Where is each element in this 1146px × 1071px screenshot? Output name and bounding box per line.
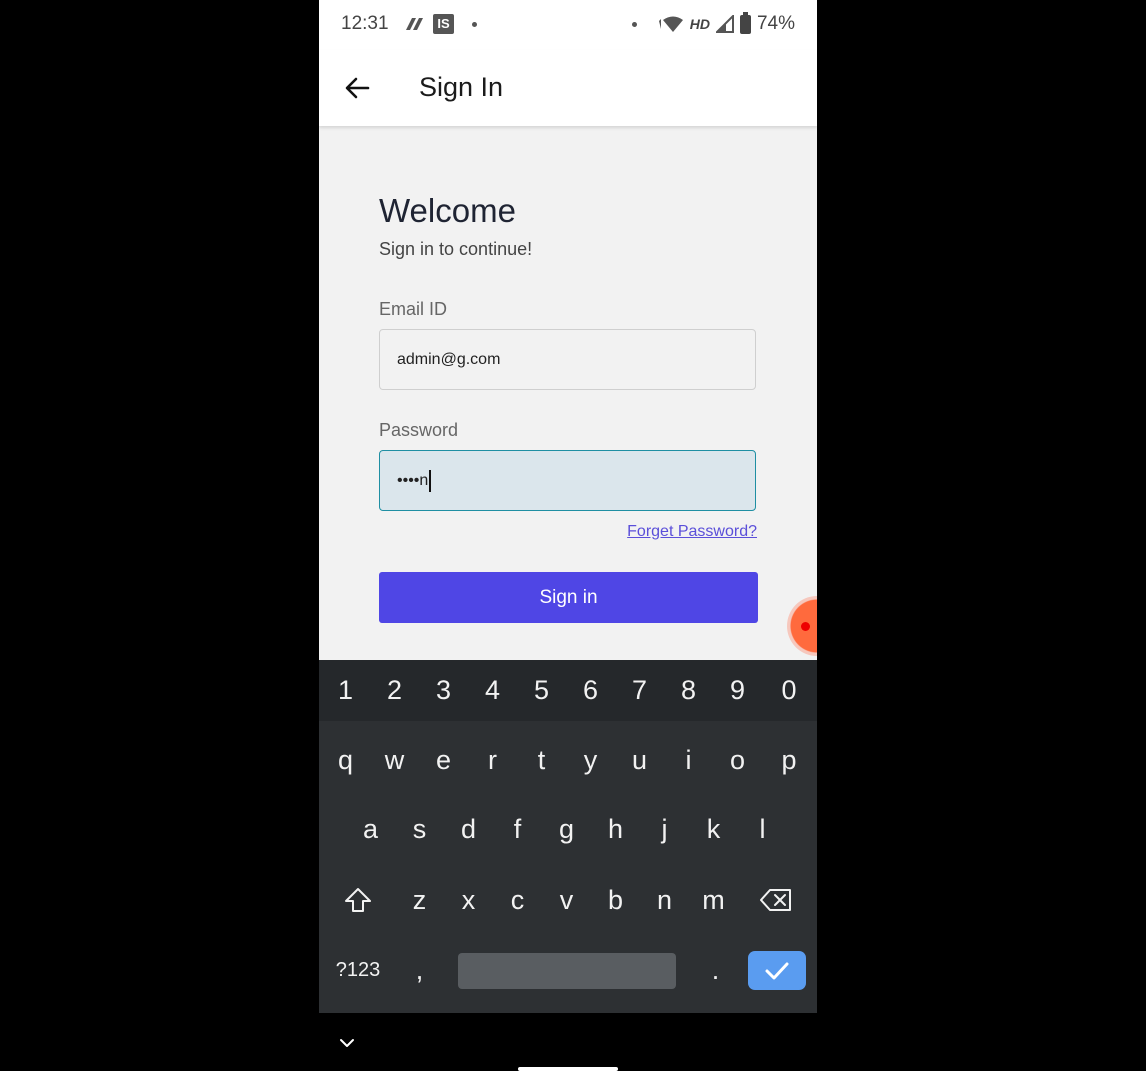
key-c[interactable]: c [493,870,542,930]
key-p[interactable]: p [762,730,816,790]
key-8[interactable]: 8 [664,660,713,720]
key-s[interactable]: s [395,799,444,859]
arrow-left-icon[interactable] [341,72,373,104]
text-caret [429,469,432,492]
key-k[interactable]: k [689,799,738,859]
wifi-icon [658,16,683,32]
forgot-password-link[interactable]: Forget Password? [627,523,757,541]
network-type: HD [689,16,710,32]
key-n[interactable]: n [640,870,689,930]
phone-screen: 12:31 IS HD 74% Sign In Welcome Sign in … [319,0,817,1071]
key-1[interactable]: 1 [321,660,370,720]
navigation-bar [319,1013,817,1071]
key-2[interactable]: 2 [370,660,419,720]
battery-icon [739,11,751,34]
page-title: Sign In [419,72,504,102]
password-field[interactable]: ••••n [379,450,756,511]
home-gesture-handle[interactable] [518,1067,618,1071]
password-label: Password [379,420,459,440]
is-notification-icon: IS [433,14,454,34]
key-j[interactable]: j [640,799,689,859]
key-9[interactable]: 9 [713,660,762,720]
app-bar: Sign In [319,50,817,126]
welcome-heading: Welcome [379,192,516,229]
key-g[interactable]: g [542,799,591,859]
email-value: admin@g.com [397,350,501,368]
notification-dot-icon [632,22,637,27]
key-6[interactable]: 6 [566,660,615,720]
period-key[interactable]: . [691,940,740,1000]
key-x[interactable]: x [444,870,493,930]
welcome-subtitle: Sign in to continue! [379,239,533,259]
chevron-down-icon[interactable] [339,1035,355,1051]
key-m[interactable]: m [689,870,738,930]
key-h[interactable]: h [591,799,640,859]
battery-percent: 74% [756,13,795,34]
shift-key[interactable] [333,870,383,930]
key-a[interactable]: a [346,799,395,859]
password-value: ••••n [397,471,429,489]
status-time: 12:31 [341,13,389,34]
checkmark-icon [765,962,789,979]
space-key[interactable] [458,953,676,989]
status-bar: 12:31 IS HD 74% [319,0,817,50]
key-e[interactable]: e [419,730,468,790]
key-l[interactable]: l [738,799,787,859]
backspace-key[interactable] [751,870,801,930]
keyboard-row-1: q w e r t y u i o p [319,730,817,790]
key-d[interactable]: d [444,799,493,859]
key-v[interactable]: v [542,870,591,930]
shift-icon [345,888,371,912]
sign-in-button-label: Sign in [539,586,598,608]
backspace-icon [760,889,791,911]
keyboard-row-2: a s d f g h j k l [319,799,817,859]
key-t[interactable]: t [517,730,566,790]
enter-key[interactable] [748,951,806,990]
sign-in-form: Welcome Sign in to continue! Email ID ad… [319,126,817,660]
key-4[interactable]: 4 [468,660,517,720]
key-w[interactable]: w [370,730,419,790]
status-indicators: HD 74% [658,11,795,35]
key-5[interactable]: 5 [517,660,566,720]
keyboard-row-3: z x c v b n m [319,870,817,930]
comma-key[interactable]: , [395,940,444,1000]
soft-keyboard: 1 2 3 4 5 6 7 8 9 0 q w e r t y u i o p … [319,660,817,1013]
key-3[interactable]: 3 [419,660,468,720]
key-q[interactable]: q [321,730,370,790]
key-u[interactable]: u [615,730,664,790]
key-o[interactable]: o [713,730,762,790]
notification-dot-icon [472,22,477,27]
key-7[interactable]: 7 [615,660,664,720]
key-0[interactable]: 0 [762,660,816,720]
signal-icon [715,15,734,33]
app-notification-icon [406,18,423,30]
key-b[interactable]: b [591,870,640,930]
key-i[interactable]: i [664,730,713,790]
key-r[interactable]: r [468,730,517,790]
symbols-key[interactable]: ?123 [329,940,387,1000]
email-field[interactable]: admin@g.com [379,329,756,390]
sign-in-button[interactable]: Sign in [379,572,758,623]
key-z[interactable]: z [395,870,444,930]
record-dot-icon [801,622,810,631]
floating-record-button[interactable] [787,596,817,656]
email-label: Email ID [379,299,448,319]
key-y[interactable]: y [566,730,615,790]
keyboard-number-row: 1 2 3 4 5 6 7 8 9 0 [319,660,817,721]
key-f[interactable]: f [493,799,542,859]
